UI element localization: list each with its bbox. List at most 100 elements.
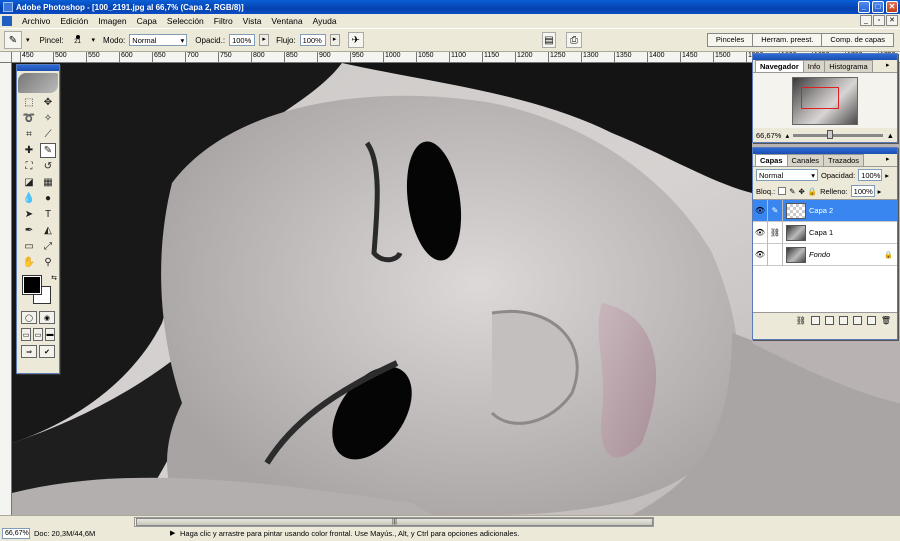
trash-icon[interactable]: 🗑 (881, 316, 891, 325)
ruler-origin[interactable] (0, 52, 12, 63)
horizontal-scrollbar[interactable]: ||| (134, 517, 654, 527)
brush-picker-arrow-icon[interactable]: ▾ (92, 36, 96, 44)
doc-minimize-button[interactable]: _ (860, 15, 872, 26)
gradient-tool-icon[interactable]: ▦ (40, 175, 56, 190)
brush-picker[interactable]: 21 (68, 31, 88, 49)
jump-to-imageready-icon[interactable]: ⇒ (21, 345, 37, 358)
crop-tool-icon[interactable]: ⌗ (21, 127, 37, 142)
layer-style-icon[interactable] (810, 316, 820, 325)
lock-pixels-icon[interactable]: ✎ (789, 187, 795, 196)
standard-mode-icon[interactable]: ◯ (21, 311, 37, 324)
tab-navegador[interactable]: Navegador (755, 60, 804, 72)
foreground-color-swatch[interactable] (22, 275, 42, 295)
zoom-out-icon[interactable]: ▴ (785, 131, 789, 140)
toolbox-titlebar[interactable] (17, 65, 59, 71)
link-layers-icon[interactable]: ⛓ (796, 316, 806, 325)
flujo-slider-arrow[interactable]: ▸ (329, 34, 340, 46)
tab-capas[interactable]: Capas (755, 154, 788, 166)
close-button[interactable]: ✕ (886, 1, 898, 13)
type-tool-icon[interactable]: T (40, 207, 56, 222)
document-icon[interactable] (2, 16, 12, 26)
pen-tool-icon[interactable]: ✒ (21, 223, 37, 238)
link-icon[interactable]: ⛓ (768, 221, 783, 244)
navigator-zoom-slider[interactable] (793, 129, 883, 139)
blend-mode-select[interactable]: Normal ▾ (756, 169, 818, 181)
well-tab-herram-preest[interactable]: Herram. preest. (752, 33, 823, 47)
status-menu-icon[interactable]: ▶ (170, 529, 175, 537)
path-selection-tool-icon[interactable]: ➤ (21, 207, 37, 222)
tab-histograma[interactable]: Histograma (824, 60, 873, 72)
visibility-eye-icon[interactable]: 👁 (753, 221, 768, 244)
brush-tool-icon[interactable]: ✎ (40, 143, 56, 158)
menu-archivo[interactable]: Archivo (17, 16, 55, 26)
opacidad-slider-arrow[interactable]: ▸ (259, 34, 270, 46)
notes-tool-icon[interactable]: ▭ (21, 239, 37, 254)
shape-tool-icon[interactable]: ◭ (40, 223, 56, 238)
opacidad-input[interactable]: 100% (229, 34, 256, 46)
clone-stamp-tool-icon[interactable]: ⛶ (21, 159, 37, 174)
zoom-slider-knob[interactable] (827, 129, 834, 139)
lock-transparency-icon[interactable] (778, 187, 787, 195)
menu-ventana[interactable]: Ventana (266, 16, 307, 26)
visibility-eye-icon[interactable]: 👁 (753, 199, 768, 222)
lock-all-icon[interactable]: 🔒 (808, 187, 817, 196)
marquee-tool-icon[interactable]: ⬚ (21, 95, 37, 110)
layer-opacity-input[interactable]: 100% (858, 169, 883, 181)
printer-icon[interactable]: ⎙ (566, 32, 582, 48)
healing-brush-tool-icon[interactable]: ✚ (21, 143, 37, 158)
tool-preset-arrow-icon[interactable]: ▾ (26, 36, 30, 44)
eyedropper-tool-icon[interactable]: ⤢ (40, 239, 56, 254)
navigator-preview[interactable] (753, 72, 897, 128)
edit-in-imageready-icon[interactable]: ✔ (39, 345, 55, 358)
new-group-icon[interactable] (838, 316, 848, 325)
doc-size[interactable]: Doc: 20,3M/44,6M (34, 529, 95, 538)
tab-trazados[interactable]: Trazados (823, 154, 865, 166)
hand-tool-icon[interactable]: ✋ (21, 255, 37, 270)
menu-seleccion[interactable]: Selección (162, 16, 209, 26)
layer-row-capa-1[interactable]: 👁 ⛓ Capa 1 (753, 221, 897, 244)
layer-mask-icon[interactable] (824, 316, 834, 325)
standard-screen-icon[interactable]: ▭ (21, 328, 31, 341)
layer-row-capa-2[interactable]: 👁 ✎ Capa 2 (753, 199, 897, 222)
dodge-tool-icon[interactable]: ● (40, 191, 56, 206)
fill-arrow-icon[interactable]: ▸ (878, 187, 882, 196)
fill-input[interactable]: 100% (850, 185, 875, 197)
opacity-arrow-icon[interactable]: ▸ (885, 171, 889, 180)
palette-menu-icon[interactable]: ▸ (886, 61, 894, 70)
flujo-input[interactable]: 100% (299, 34, 326, 46)
modo-select[interactable]: Normal ▾ (129, 34, 188, 46)
file-browser-icon[interactable]: ▤ (542, 32, 556, 48)
zoom-tool-icon[interactable]: ⚲ (40, 255, 56, 270)
quick-mask-mode-icon[interactable]: ◉ (39, 311, 55, 324)
status-zoom-field[interactable]: 66,67% (2, 528, 30, 539)
menu-capa[interactable]: Capa (132, 16, 162, 26)
magic-wand-tool-icon[interactable]: ✧ (40, 111, 56, 126)
history-brush-tool-icon[interactable]: ↺ (40, 159, 56, 174)
full-screen-menu-icon[interactable]: ▭ (33, 328, 43, 341)
layer-row-fondo[interactable]: 👁 Fondo 🔒 (753, 243, 897, 266)
menu-vista[interactable]: Vista (238, 16, 267, 26)
brush-edit-icon[interactable]: ✎ (768, 199, 783, 222)
visibility-eye-icon[interactable]: 👁 (753, 243, 768, 266)
maximize-button[interactable]: □ (872, 1, 884, 13)
new-layer-icon[interactable] (866, 316, 876, 325)
full-screen-icon[interactable]: ▬ (45, 328, 55, 341)
blur-tool-icon[interactable]: 💧 (21, 191, 37, 206)
slice-tool-icon[interactable]: ⟋ (40, 127, 56, 142)
tab-info[interactable]: Info (802, 60, 826, 72)
link-slot[interactable] (768, 243, 783, 266)
eraser-tool-icon[interactable]: ◪ (21, 175, 37, 190)
scrollbar-thumb[interactable]: ||| (136, 518, 653, 526)
swap-colors-icon[interactable]: ⇆ (51, 274, 57, 282)
well-tab-comp-capas[interactable]: Comp. de capas (821, 33, 894, 47)
adjustment-layer-icon[interactable] (852, 316, 862, 325)
menu-ayuda[interactable]: Ayuda (308, 16, 342, 26)
menu-edicion[interactable]: Edición (55, 16, 93, 26)
layers-menu-icon[interactable]: ▸ (886, 155, 894, 164)
lock-position-icon[interactable]: ✥ (798, 187, 804, 196)
brush-tool-preset-icon[interactable]: ✎ (4, 31, 22, 49)
minimize-button[interactable]: _ (858, 1, 870, 13)
airbrush-icon[interactable]: ✈ (347, 32, 364, 48)
navigator-zoom-value[interactable]: 66,67% (756, 131, 781, 140)
navigator-view-box[interactable] (801, 86, 839, 109)
